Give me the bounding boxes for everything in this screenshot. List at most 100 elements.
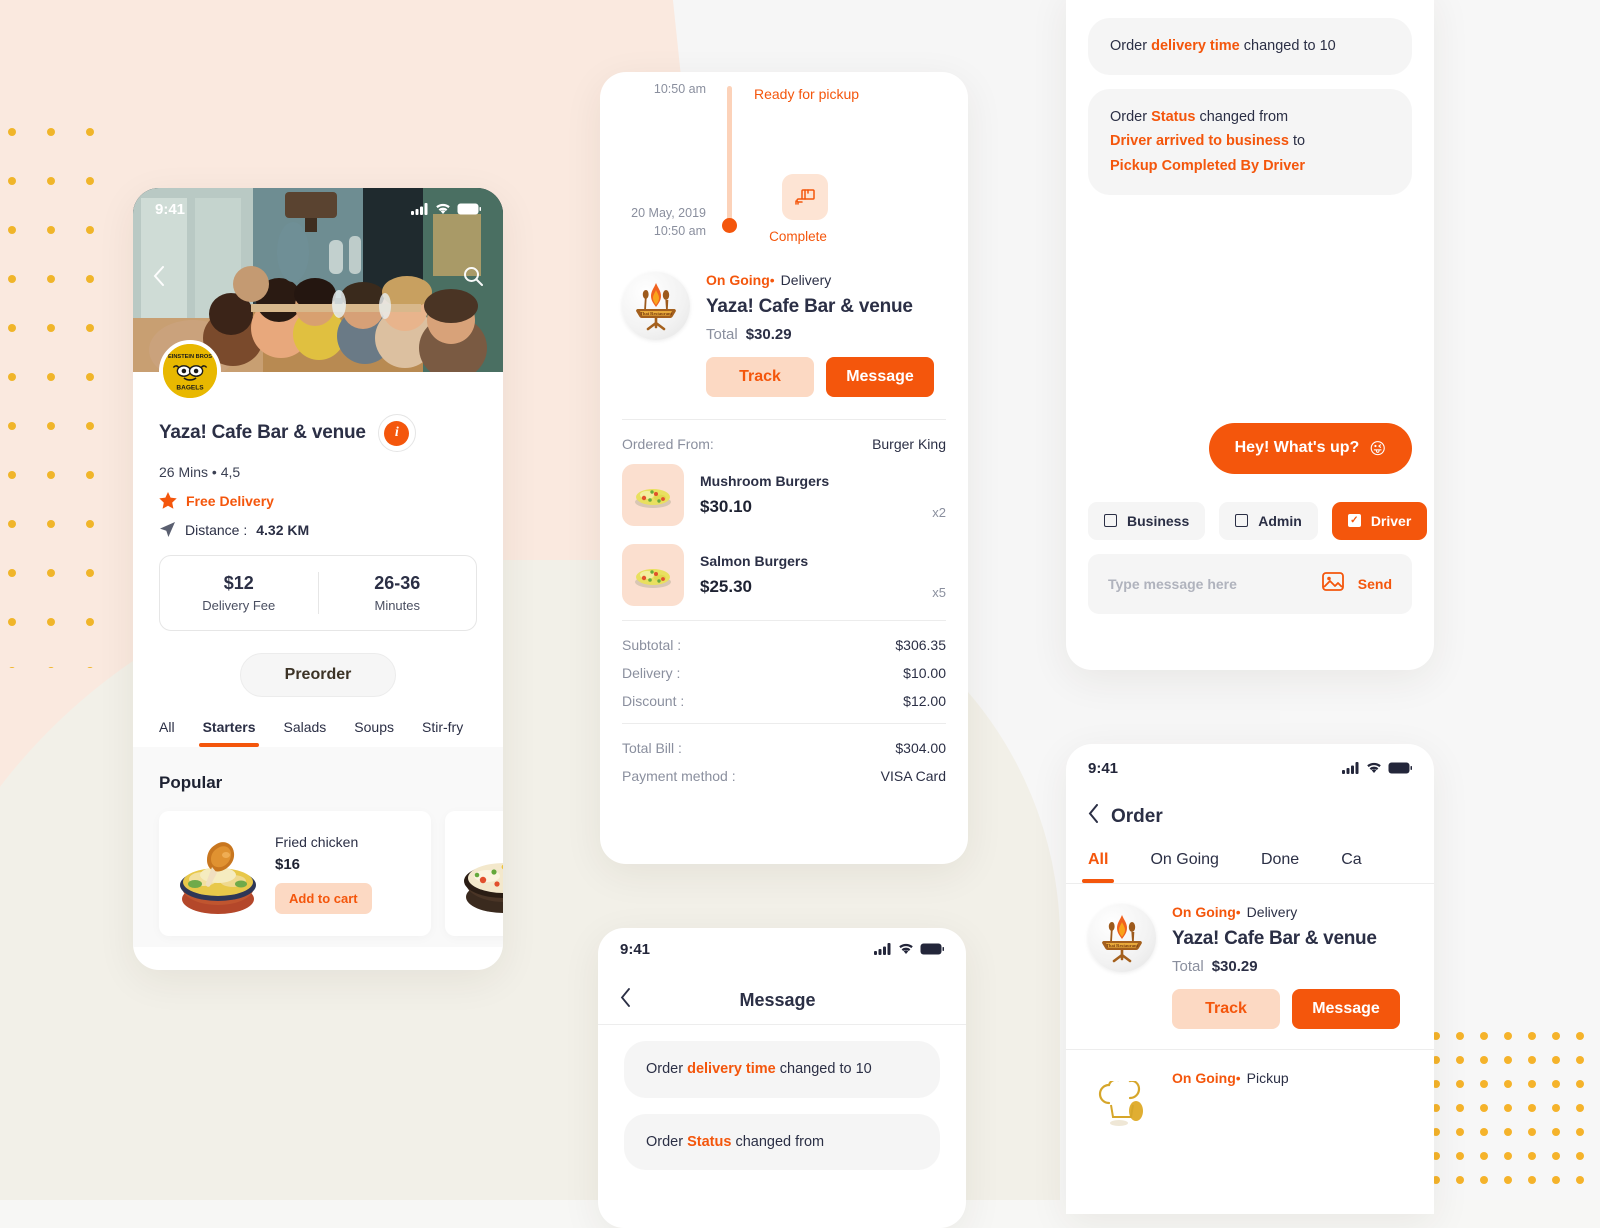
message-button[interactable]: Message <box>826 357 934 397</box>
order-list-item[interactable]: Thai Restaurant On Going• Delivery Yaza! … <box>1066 884 1434 1049</box>
bubble-text-highlight: Pickup Completed By Driver <box>1110 157 1305 174</box>
image-icon[interactable] <box>1321 571 1344 596</box>
timeline-rail <box>718 82 740 268</box>
bubble-text-pre: Order <box>1110 108 1152 125</box>
timeline-bottom-time: 10:50 am <box>653 224 706 239</box>
salad-plate-icon <box>635 569 671 588</box>
popular-item-info: Fried chicken $16 Add to cart <box>275 834 372 914</box>
category-tab-all[interactable]: All <box>159 719 175 747</box>
total-bill-value: $304.00 <box>895 740 946 756</box>
order-status-row: On Going• Pickup <box>1172 1070 1412 1086</box>
chat-bubble-incoming: Order delivery time changed to 10 <box>1088 18 1412 75</box>
tab-cancelled[interactable]: Ca <box>1341 851 1361 883</box>
chef-hat-logo-icon <box>1098 1081 1143 1126</box>
bill-value: $12.00 <box>903 693 946 709</box>
order-total-value: $30.29 <box>745 326 792 343</box>
order-item-row: Salmon Burgers $25.30 x5 <box>600 540 968 610</box>
order-list-navbar: Order <box>1066 792 1434 829</box>
status-bar-icons <box>1342 762 1412 774</box>
bill-key: Delivery : <box>622 665 681 681</box>
message-button[interactable]: Message <box>1292 989 1400 1029</box>
track-button[interactable]: Track <box>1172 989 1280 1029</box>
bubble-text-pre: Order <box>1110 38 1152 54</box>
order-filter-tabs: All On Going Done Ca <box>1066 829 1434 883</box>
timeline-complete-step: Complete <box>769 174 828 244</box>
chat-thread: Order delivery time changed to 10 Order … <box>1066 0 1434 474</box>
order-total-label: Total <box>706 326 738 343</box>
timeline-times: 10:50 am 20 May, 2019 10:50 am <box>600 82 718 268</box>
add-to-cart-button[interactable]: Add to cart <box>275 882 372 914</box>
cellular-signal-icon <box>1342 762 1359 774</box>
category-tab-salads[interactable]: Salads <box>283 719 326 747</box>
info-button[interactable]: i <box>377 414 416 452</box>
status-bar-time: 9:41 <box>1088 759 1119 777</box>
item-quantity: x2 <box>932 505 946 520</box>
checkbox-checked-icon: ✓ <box>1347 514 1361 528</box>
track-button[interactable]: Track <box>706 357 814 397</box>
back-icon[interactable] <box>1088 804 1099 829</box>
timeline-ready-label: Ready for pickup <box>754 86 860 102</box>
role-option-business[interactable]: Business <box>1088 501 1206 540</box>
popular-item-card[interactable] <box>445 811 503 936</box>
thai-restaurant-logo-icon: Thai Restaurant <box>1102 915 1142 963</box>
battery-icon <box>1388 762 1412 774</box>
hero-navigation <box>133 266 503 291</box>
bubble-text-post: changed to 10 <box>1239 38 1336 54</box>
fried-rice-image <box>457 827 503 921</box>
page-title: Yaza! Cafe Bar & venue <box>159 422 366 443</box>
restaurant-avatar: Thai Restaurant <box>1088 904 1156 972</box>
order-meta: On Going• Pickup <box>1172 1070 1412 1138</box>
category-tab-soups[interactable]: Soups <box>354 719 394 747</box>
order-total-row: Total $30.29 <box>706 326 946 343</box>
order-list-screen: 9:41 Order All On Going Done Ca Thai Res… <box>1066 744 1434 1214</box>
order-total-row: Total $30.29 <box>1172 958 1412 975</box>
status-separator-dot: • <box>1235 904 1241 920</box>
dot-grid-left <box>8 128 112 668</box>
order-status-row: On Going• Delivery <box>706 272 946 288</box>
status-bar-icons <box>874 943 944 955</box>
timeline-complete-label: Complete <box>769 229 827 244</box>
order-action-buttons: Track Message <box>1172 989 1412 1029</box>
salad-plate-icon <box>635 489 671 508</box>
role-option-admin[interactable]: Admin <box>1219 501 1318 540</box>
status-bar-time: 9:41 <box>155 200 186 218</box>
bubble-text-pre: Order <box>646 1061 688 1077</box>
order-detail-screen: 10:50 am 20 May, 2019 10:50 am Ready for… <box>600 72 968 864</box>
bill-key: Discount : <box>622 693 685 709</box>
popular-item-price: $16 <box>275 855 301 873</box>
order-list-item[interactable]: On Going• Pickup <box>1066 1050 1434 1158</box>
bubble-text-pre: Order <box>646 1133 688 1150</box>
bubble-text-post: changed from <box>1195 108 1289 125</box>
checkbox-icon <box>1235 514 1249 528</box>
bill-row: Delivery : $10.00 <box>622 659 946 687</box>
popular-list: Fried chicken $16 Add to cart <box>159 811 503 936</box>
eta-value: 26-36 <box>374 573 421 593</box>
page-title: Order <box>1111 805 1163 827</box>
fried-chicken-image <box>171 827 265 921</box>
order-total-value: $30.29 <box>1211 958 1258 975</box>
send-button[interactable]: Send <box>1358 576 1392 592</box>
info-icon: i <box>384 420 410 446</box>
tab-done[interactable]: Done <box>1261 851 1299 883</box>
popular-item-card[interactable]: Fried chicken $16 Add to cart <box>159 811 431 936</box>
back-icon[interactable] <box>153 266 165 291</box>
order-status-row: On Going• Delivery <box>1172 904 1412 920</box>
outgoing-message-text: Hey! What's up? <box>1234 439 1360 457</box>
einstein-bros-bagels-logo-icon: EINSTEIN BROS BAGELS <box>163 344 217 398</box>
order-status-badge: On Going <box>706 272 770 288</box>
cellular-signal-icon <box>874 943 891 955</box>
restaurant-subtitle: 26 Mins • 4,5 <box>159 464 241 480</box>
message-input[interactable]: Type message here <box>1108 576 1308 592</box>
role-option-driver[interactable]: ✓ Driver <box>1331 501 1428 540</box>
bubble-text-post: changed from <box>731 1133 825 1150</box>
category-tab-starters[interactable]: Starters <box>198 719 260 747</box>
preorder-button[interactable]: Preorder <box>240 653 396 697</box>
search-icon[interactable] <box>463 266 483 291</box>
item-name: Mushroom Burgers <box>700 473 830 489</box>
tab-all[interactable]: All <box>1081 851 1116 883</box>
checkbox-icon <box>1104 514 1117 528</box>
category-tab-stirfry[interactable]: Stir-fry <box>422 719 463 747</box>
order-restaurant-name: Yaza! Cafe Bar & venue <box>706 296 913 317</box>
delivery-fee-cell: $12 Delivery Fee <box>160 573 318 613</box>
tab-on-going[interactable]: On Going <box>1150 851 1218 883</box>
